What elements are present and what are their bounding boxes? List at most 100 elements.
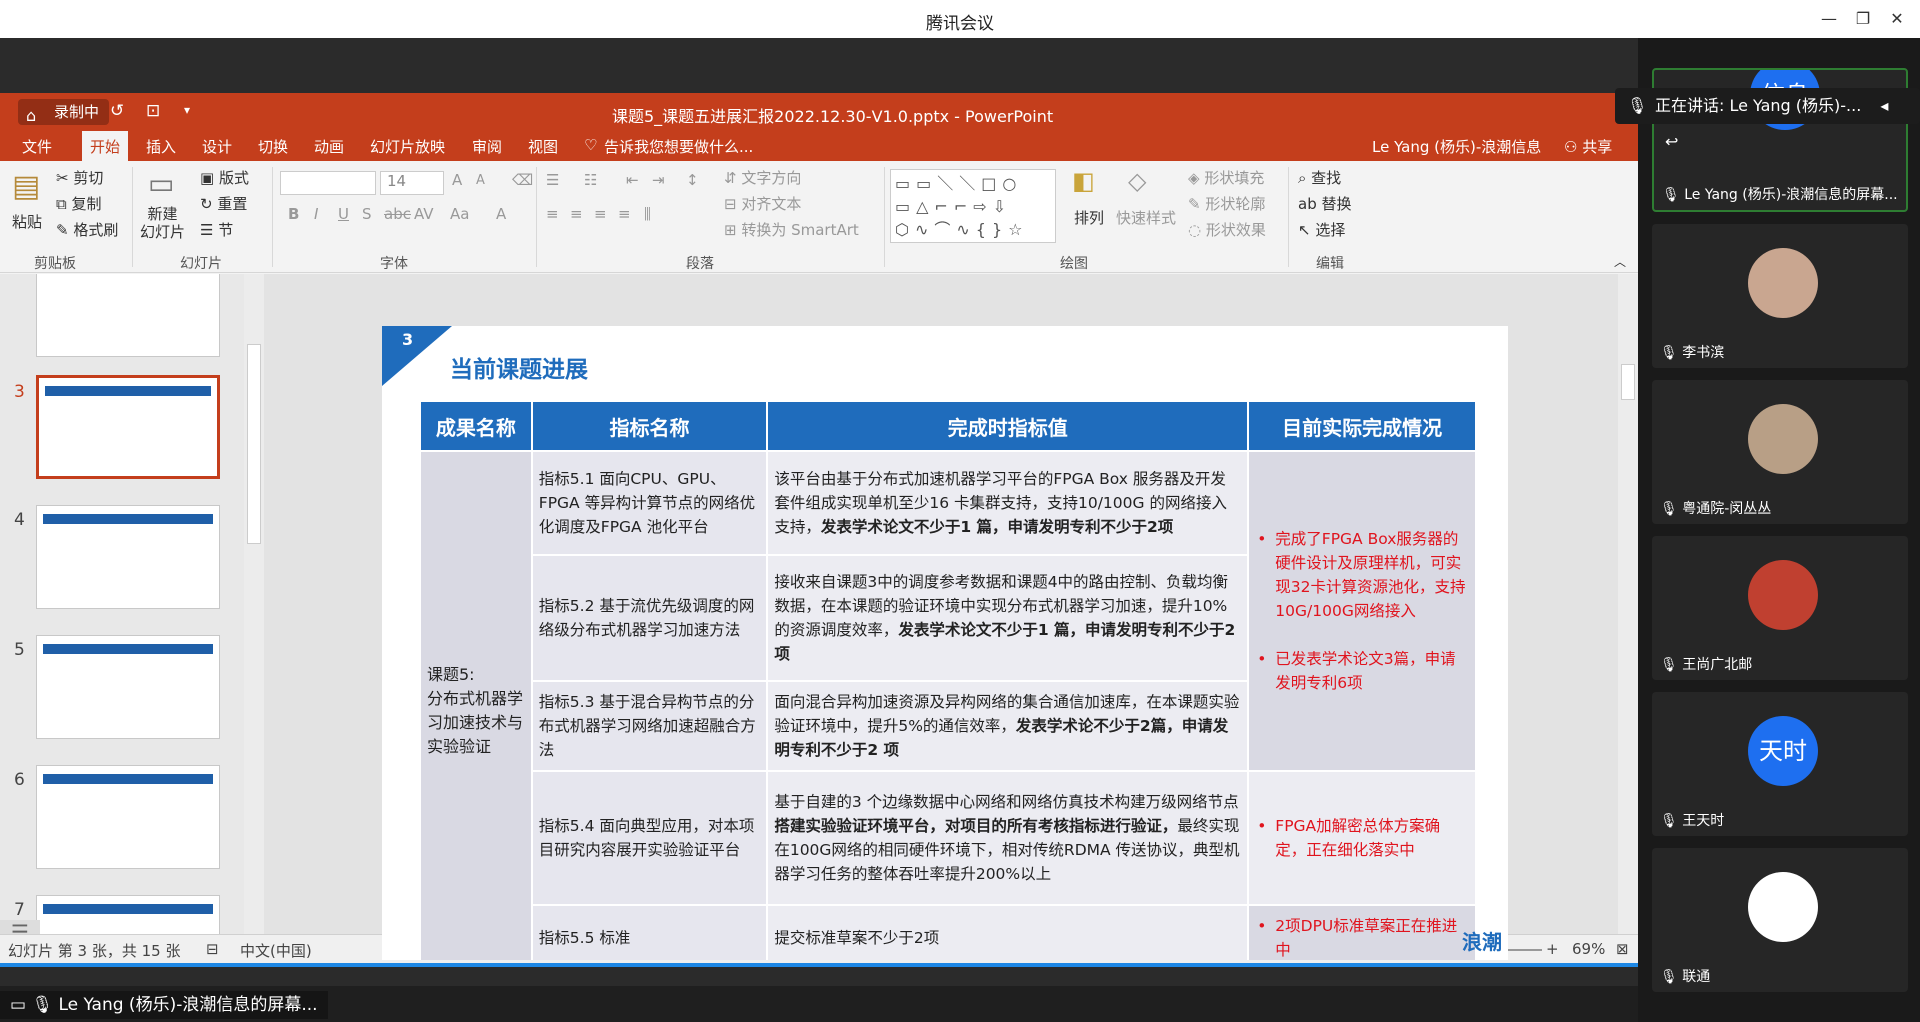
font-size-select[interactable]: 14 <box>380 171 444 195</box>
char-spacing-icon[interactable]: AV <box>414 205 434 223</box>
scroll-thumb[interactable] <box>1621 364 1635 400</box>
table-row: 指标5.5 标准 提交标准草案不少于2项 • 2项DPU标准草案正在推进中 <box>420 904 1477 960</box>
clear-format-icon[interactable]: ⌫ <box>512 171 533 189</box>
fit-slide-icon[interactable]: ⊠ <box>1616 940 1629 958</box>
ppt-user-name[interactable]: Le Yang (杨乐)-浪潮信息 <box>1372 136 1541 157</box>
group-slides-label: 幻灯片 <box>180 256 222 272</box>
thumbnail-scrollbar[interactable] <box>244 274 264 934</box>
tab-slideshow[interactable]: 幻灯片放映 <box>370 136 445 157</box>
shape-outline-label: 形状轮廓 <box>1205 195 1266 213</box>
paste-button[interactable]: 粘贴 <box>12 211 42 232</box>
strikethrough-icon[interactable]: abc <box>384 205 411 223</box>
copy-button[interactable]: ⧉ 复制 <box>56 193 102 214</box>
bold-icon[interactable]: B <box>288 205 299 223</box>
slide-thumbnail[interactable] <box>36 274 220 357</box>
recording-badge[interactable]: ⌂ 录制中 <box>18 99 110 125</box>
zoom-level[interactable]: 69% <box>1572 940 1605 958</box>
paste-icon[interactable]: ▤ <box>12 169 40 204</box>
editor-scrollbar[interactable] <box>1618 274 1638 934</box>
bullets-icon[interactable]: ☰ <box>546 171 559 189</box>
font-name-select[interactable] <box>280 171 376 195</box>
tab-view[interactable]: 视图 <box>528 136 558 157</box>
shape-fill-button[interactable]: ◈ 形状填充 <box>1188 167 1264 188</box>
restore-icon[interactable]: ❐ <box>1850 7 1876 31</box>
quick-styles-button[interactable]: 快速样式 <box>1116 207 1176 228</box>
participant-tile[interactable]: 🎙 联通 <box>1652 848 1908 992</box>
shadow-icon[interactable]: S <box>362 205 372 223</box>
text-direction-button[interactable]: ⇵ 文字方向 <box>724 167 801 188</box>
increase-indent-icon[interactable]: ⇥ <box>652 171 665 189</box>
participant-tile[interactable]: 🎙 李书滨 <box>1652 224 1908 368</box>
tell-me-search[interactable]: 告诉我您想要做什么... <box>604 136 753 157</box>
shape-effects-button[interactable]: ◌ 形状效果 <box>1188 219 1266 240</box>
numbering-icon[interactable]: ☷ <box>584 171 597 189</box>
tab-design[interactable]: 设计 <box>202 136 232 157</box>
zoom-in-icon[interactable]: + <box>1546 940 1559 958</box>
slide-thumbnail[interactable] <box>36 765 220 869</box>
participant-tile[interactable]: 🎙 王尚广北邮 <box>1652 536 1908 680</box>
scroll-thumb[interactable] <box>247 344 261 544</box>
undo-icon[interactable]: ↺ <box>110 101 124 121</box>
section-corner <box>382 326 452 386</box>
justify-icon[interactable]: ≡ <box>618 205 631 223</box>
arrange-icon[interactable]: ◧ <box>1072 167 1095 195</box>
group-paragraph-label: 段落 <box>686 256 714 272</box>
find-button[interactable]: ⌕ 查找 <box>1298 167 1341 188</box>
tab-transitions[interactable]: 切换 <box>258 136 288 157</box>
align-center-icon[interactable]: ≡ <box>570 205 583 223</box>
outline-toggle-icon[interactable]: ☰ <box>0 920 40 934</box>
proofing-icon[interactable]: ⊟ <box>206 940 219 958</box>
format-painter-button[interactable]: ✎ 格式刷 <box>56 219 118 240</box>
grow-font-icon[interactable]: A <box>452 171 462 189</box>
tab-insert[interactable]: 插入 <box>146 136 176 157</box>
reset-button[interactable]: ↻ 重置 <box>200 193 247 214</box>
minimize-icon[interactable]: — <box>1816 7 1842 31</box>
smartart-button[interactable]: ⊞ 转换为 SmartArt <box>724 219 859 240</box>
tab-review[interactable]: 审阅 <box>472 136 502 157</box>
shrink-font-icon[interactable]: A <box>476 173 485 188</box>
participant-tile[interactable]: 天时 🎙 王天时 <box>1652 692 1908 836</box>
close-icon[interactable]: ✕ <box>1884 7 1910 31</box>
shape-outline-button[interactable]: ✎ 形状轮廓 <box>1188 193 1265 214</box>
tab-home[interactable]: 开始 <box>82 131 129 161</box>
collapse-icon[interactable]: ◂ <box>1880 96 1888 115</box>
status-cell: • 完成了FPGA Box服务器的硬件设计及原理样机，可实现32卡计算资源池化，支… <box>1247 450 1477 772</box>
quick-styles-icon[interactable]: ◇ <box>1128 167 1146 195</box>
slide-thumbnail[interactable] <box>36 635 220 739</box>
align-left-icon[interactable]: ≡ <box>546 205 559 223</box>
qat-more-icon[interactable]: ▾ <box>184 103 190 117</box>
cut-button[interactable]: ✂ 剪切 <box>56 167 103 188</box>
new-slide-button[interactable]: 新建 幻灯片 <box>140 205 185 241</box>
section-button[interactable]: ☰ 节 <box>200 219 233 240</box>
avatar <box>1748 248 1818 318</box>
copy-label: 复制 <box>71 195 102 213</box>
mic-muted-icon: 🎙 <box>1660 501 1683 517</box>
language-indicator[interactable]: 中文(中国) <box>240 940 312 961</box>
align-text-button[interactable]: ⊟ 对齐文本 <box>724 193 801 214</box>
new-slide-icon[interactable]: ▭ <box>148 167 174 200</box>
font-color-icon[interactable]: A <box>496 205 506 223</box>
slide-thumbnail[interactable] <box>36 895 220 934</box>
change-case-icon[interactable]: Aa <box>450 205 469 223</box>
line-spacing-icon[interactable]: ↕ <box>686 171 699 189</box>
slide-thumbnail[interactable] <box>36 375 220 479</box>
present-icon[interactable]: ⊡ <box>146 101 160 121</box>
reply-icon[interactable]: ↩ <box>1665 132 1678 151</box>
shapes-gallery[interactable]: ▭▭＼＼□○ ▭△⌐⌐⇨⇩ ⬡∿⌒∿{}☆ <box>890 169 1056 243</box>
underline-icon[interactable]: U <box>338 205 349 223</box>
arrange-button[interactable]: 排列 <box>1074 207 1104 228</box>
collapse-ribbon-icon[interactable]: ︿ <box>1614 253 1626 270</box>
tab-file[interactable]: 文件 <box>22 136 52 157</box>
mic-muted-icon: 🎙 <box>1660 345 1683 361</box>
select-button[interactable]: ↖ 选择 <box>1298 219 1345 240</box>
replace-button[interactable]: ab 替换 <box>1298 193 1352 214</box>
tab-animations[interactable]: 动画 <box>314 136 344 157</box>
participant-tile[interactable]: 🎙 粤通院-闵丛丛 <box>1652 380 1908 524</box>
slide-thumbnail[interactable] <box>36 505 220 609</box>
align-right-icon[interactable]: ≡ <box>594 205 607 223</box>
italic-icon[interactable]: I <box>314 205 318 223</box>
layout-button[interactable]: ▣ 版式 <box>200 167 249 188</box>
columns-icon[interactable]: ⫼ <box>644 205 651 223</box>
decrease-indent-icon[interactable]: ⇤ <box>626 171 639 189</box>
share-button[interactable]: ⚇ 共享 <box>1564 136 1612 157</box>
